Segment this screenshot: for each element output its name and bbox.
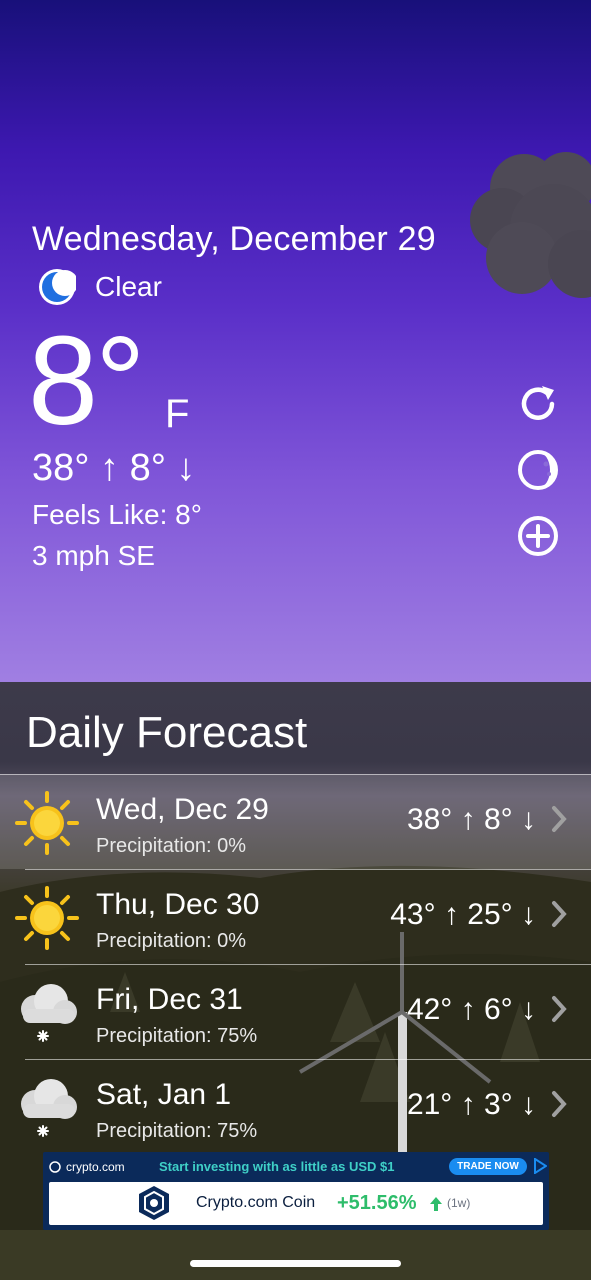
forecast-list: Wed, Dec 29 Precipitation: 0% 38° ↑ 8° ↓… (0, 774, 591, 1154)
forecast-temps: 38° ↑ 8° ↓ (406, 803, 536, 836)
forecast-day: Fri, Dec 31 (96, 983, 243, 1016)
forecast-day: Thu, Dec 30 (96, 888, 260, 921)
cloud-decoration-icon (470, 152, 591, 298)
ad-brand: crypto.com (49, 1160, 125, 1174)
snow-cloud-icon (21, 984, 77, 1042)
chevron-right-icon (552, 1091, 567, 1117)
feels-like: Feels Like: 8° (32, 499, 202, 530)
wind-info: 3 mph SE (32, 540, 155, 571)
ad-brand-text: crypto.com (66, 1160, 125, 1174)
forecast-row[interactable]: Fri, Dec 31 Precipitation: 75% 42° ↑ 6° … (21, 964, 591, 1059)
moon-icon (39, 269, 76, 305)
forecast-precipitation: Precipitation: 75% (96, 1025, 258, 1047)
ad-banner[interactable]: crypto.com Start investing with as littl… (43, 1152, 549, 1230)
sun-icon (15, 886, 79, 950)
forecast-precipitation: Precipitation: 0% (96, 930, 247, 952)
crypto-coin-logo-icon (139, 1186, 169, 1220)
ad-price-change: +51.56% (337, 1192, 417, 1214)
forecast-day: Wed, Dec 29 (96, 793, 269, 826)
condition-text: Clear (95, 271, 162, 302)
chevron-right-icon (552, 996, 567, 1022)
ad-period: (1w) (447, 1196, 471, 1210)
sun-icon (15, 791, 79, 855)
ad-header: crypto.com Start investing with as littl… (49, 1157, 547, 1179)
condition-row: Clear (38, 268, 162, 306)
temperature-unit: F (165, 392, 190, 436)
bottom-landscape-strip (0, 1230, 591, 1280)
forecast-temps: 21° ↑ 3° ↓ (406, 1088, 536, 1121)
forecast-temps: 42° ↑ 6° ↓ (406, 993, 536, 1026)
chevron-right-icon (552, 901, 567, 927)
home-indicator[interactable] (190, 1260, 401, 1267)
current-weather-panel: Wednesday, December 29 Clear 8° F 38° ↑ … (0, 0, 591, 682)
ad-tagline: Start investing with as little as USD $1 (159, 1159, 395, 1174)
high-low-temperature: 38° ↑ 8° ↓ (32, 447, 196, 489)
crypto-logo-icon (49, 1161, 61, 1173)
chevron-right-icon (552, 806, 567, 832)
ad-choices-icon[interactable] (533, 1158, 547, 1174)
trade-now-button[interactable]: TRADE NOW (449, 1158, 527, 1175)
forecast-precipitation: Precipitation: 0% (96, 835, 247, 857)
forecast-row[interactable]: Wed, Dec 29 Precipitation: 0% 38° ↑ 8° ↓ (0, 774, 591, 869)
forecast-day: Sat, Jan 1 (96, 1078, 232, 1111)
moon-phase-icon[interactable] (516, 448, 560, 492)
arrow-up-icon (430, 1197, 442, 1211)
ad-card[interactable]: Crypto.com Coin +51.56% (1w) (49, 1182, 543, 1225)
forecast-row[interactable]: Thu, Dec 30 Precipitation: 0% 43° ↑ 25° … (15, 869, 591, 964)
forecast-title: Daily Forecast (26, 708, 308, 757)
current-date: Wednesday, December 29 (32, 220, 436, 258)
refresh-icon[interactable] (516, 382, 560, 426)
add-location-icon[interactable] (516, 514, 560, 558)
forecast-temps: 43° ↑ 25° ↓ (390, 898, 536, 931)
forecast-precipitation: Precipitation: 75% (96, 1120, 258, 1142)
current-temperature: 8° (28, 310, 145, 451)
snow-cloud-icon (21, 1079, 77, 1137)
forecast-row[interactable]: Sat, Jan 1 Precipitation: 75% 21° ↑ 3° ↓ (21, 1059, 591, 1154)
ad-coin-name: Crypto.com Coin (196, 1194, 316, 1211)
